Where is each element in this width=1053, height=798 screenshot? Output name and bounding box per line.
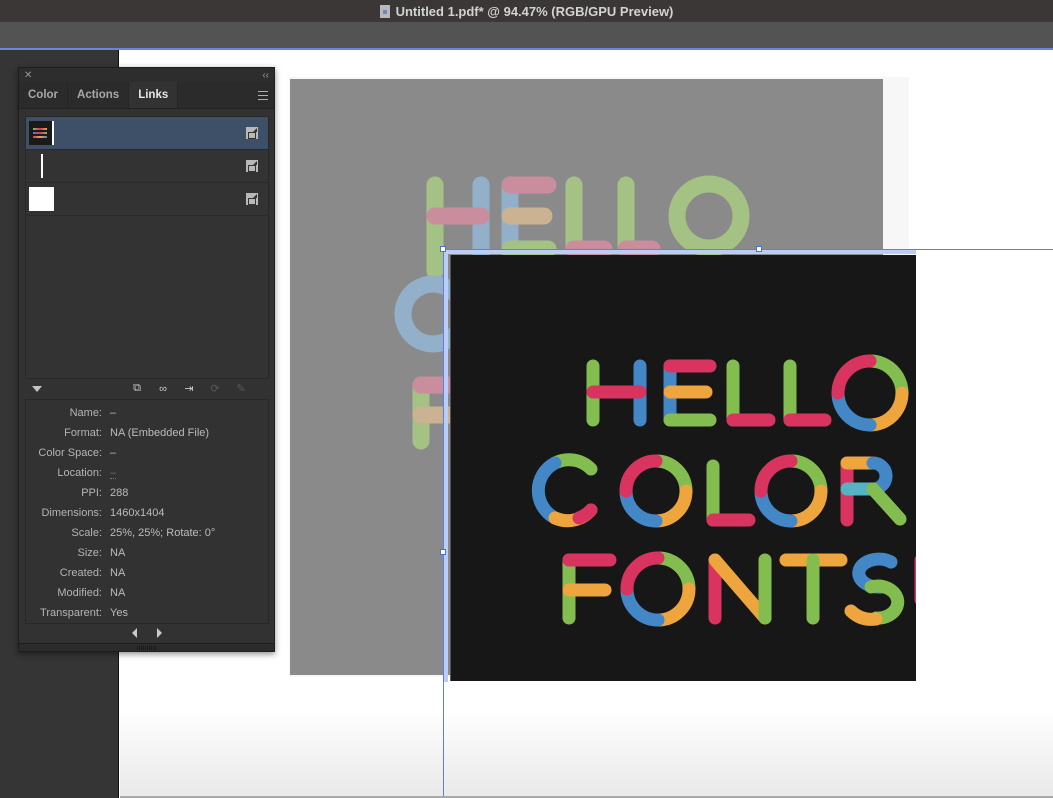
info-value: NA [110, 567, 126, 579]
show-link-info-toggle-icon[interactable] [32, 385, 42, 392]
control-bar [0, 22, 1053, 48]
go-to-linked-file-icon[interactable]: ⇥ [181, 383, 197, 395]
link-info: Name: – Format: NA (Embedded File) Color S… [25, 399, 269, 624]
link-item[interactable] [26, 117, 268, 150]
info-row-location: Location: – [26, 463, 268, 483]
link-item[interactable] [26, 183, 268, 216]
letter-o-stroke [831, 354, 877, 400]
update-link-icon: ⟳ [210, 383, 220, 395]
panel-tabs: Color Actions Links [19, 82, 274, 109]
link-thumbnail [29, 154, 54, 178]
info-key: PPI: [81, 487, 102, 499]
info-row-format: Format: NA (Embedded File) [26, 423, 268, 443]
color-fonts-artwork [531, 354, 916, 627]
info-row-name: Name: – [26, 403, 268, 423]
info-value: – [110, 407, 117, 419]
embedded-image-hello-color-fonts[interactable] [450, 255, 916, 681]
letter-o-stroke [651, 582, 696, 627]
window-title: Untitled 1.pdf* @ 94.47% (RGB/GPU Previe… [395, 3, 674, 19]
letter-o-stroke [754, 454, 798, 498]
relink-icon[interactable]: ∞ [155, 383, 171, 395]
info-value: 1460x1404 [110, 507, 165, 519]
info-key: Location: [57, 467, 102, 479]
edit-original-icon: ✎ [236, 383, 246, 395]
info-key: Dimensions: [41, 507, 102, 519]
tab-links[interactable]: Links [129, 82, 179, 108]
collapse-icon[interactable]: ‹‹ [262, 70, 269, 81]
window-title-bar: Untitled 1.pdf* @ 94.47% (RGB/GPU Previe… [0, 0, 1053, 22]
resize-handle-top-center[interactable] [756, 246, 762, 252]
info-row-modified: Modified: NA [26, 583, 268, 603]
panel-resize-bar[interactable] [19, 643, 274, 651]
relink-from-library-icon[interactable]: ⧉ [129, 382, 145, 395]
letter-o-stroke [831, 386, 877, 432]
selection-highlight [444, 252, 448, 682]
tab-label: Color [28, 89, 59, 101]
resize-handle-middle-left[interactable] [440, 549, 446, 555]
link-item[interactable] [26, 150, 268, 183]
info-key: Format: [64, 427, 102, 439]
panel-header: ✕ ‹‹ [19, 68, 274, 82]
info-value: 288 [110, 487, 129, 499]
link-thumbnail [29, 187, 54, 211]
go-to-link-icon[interactable] [246, 127, 258, 139]
info-row-color-space: Color Space: – [26, 443, 268, 463]
info-value: Yes [110, 607, 128, 619]
info-key: Name: [69, 407, 102, 419]
links-panel-actions: ⧉ ∞ ⇥ ⟳ ✎ [25, 380, 269, 397]
tab-label: Links [138, 89, 169, 101]
resize-grip-icon[interactable] [137, 646, 157, 650]
info-row-created: Created: NA [26, 563, 268, 583]
hamburger-menu-icon[interactable] [258, 91, 268, 103]
letter-o-stroke [651, 551, 696, 596]
info-value: NA (Embedded File) [110, 427, 210, 439]
tab-color[interactable]: Color [19, 82, 69, 108]
selection-highlight [446, 250, 916, 254]
next-arrow-icon[interactable] [156, 628, 162, 638]
letter-r-stroke [866, 482, 907, 526]
letter-c-stroke [572, 503, 598, 525]
go-to-link-icon[interactable] [246, 193, 258, 205]
link-pager [19, 626, 274, 640]
info-key: Modified: [57, 587, 102, 599]
links-list [25, 116, 269, 379]
info-key: Created: [59, 567, 102, 579]
tab-label: Actions [77, 89, 120, 101]
go-to-link-icon[interactable] [246, 160, 258, 172]
letter-o-stroke [620, 551, 665, 596]
info-row-size: Size: NA [26, 543, 268, 563]
info-key: Color Space: [38, 447, 102, 459]
letter-o-stroke [620, 582, 665, 627]
tab-actions[interactable]: Actions [68, 82, 130, 108]
info-value: NA [110, 547, 126, 559]
letter-c-stroke [531, 456, 562, 525]
previous-arrow-icon[interactable] [131, 628, 137, 638]
resize-handle-top-left[interactable] [440, 246, 446, 252]
link-thumbnail [29, 121, 54, 145]
info-value-link[interactable]: – [110, 467, 117, 479]
info-key: Size: [77, 547, 102, 559]
letter-s-stroke [844, 604, 883, 626]
info-row-dimensions: Dimensions: 1460x1404 [26, 503, 268, 523]
info-row-transparent: Transparent: Yes [26, 603, 268, 623]
document-icon [379, 4, 390, 18]
info-value: – [110, 447, 117, 459]
info-key: Transparent: [40, 607, 102, 619]
letter-o-stroke [863, 354, 909, 400]
letter-o-stroke [863, 386, 909, 432]
info-key: Scale: [71, 527, 102, 539]
info-value: NA [110, 587, 126, 599]
links-panel: ✕ ‹‹ Color Actions Links ⧉ ∞ ⇥ ⟳ ✎ Name:… [18, 67, 275, 652]
info-row-scale: Scale: 25%, 25%; Rotate: 0° [26, 523, 268, 543]
close-icon[interactable]: ✕ [24, 70, 32, 81]
info-value: 25%, 25%; Rotate: 0° [110, 527, 216, 539]
letter-n-stroke [708, 553, 772, 625]
ghost-stroke [668, 175, 750, 257]
info-row-ppi: PPI: 288 [26, 483, 268, 503]
letter-o-stroke [619, 454, 663, 498]
